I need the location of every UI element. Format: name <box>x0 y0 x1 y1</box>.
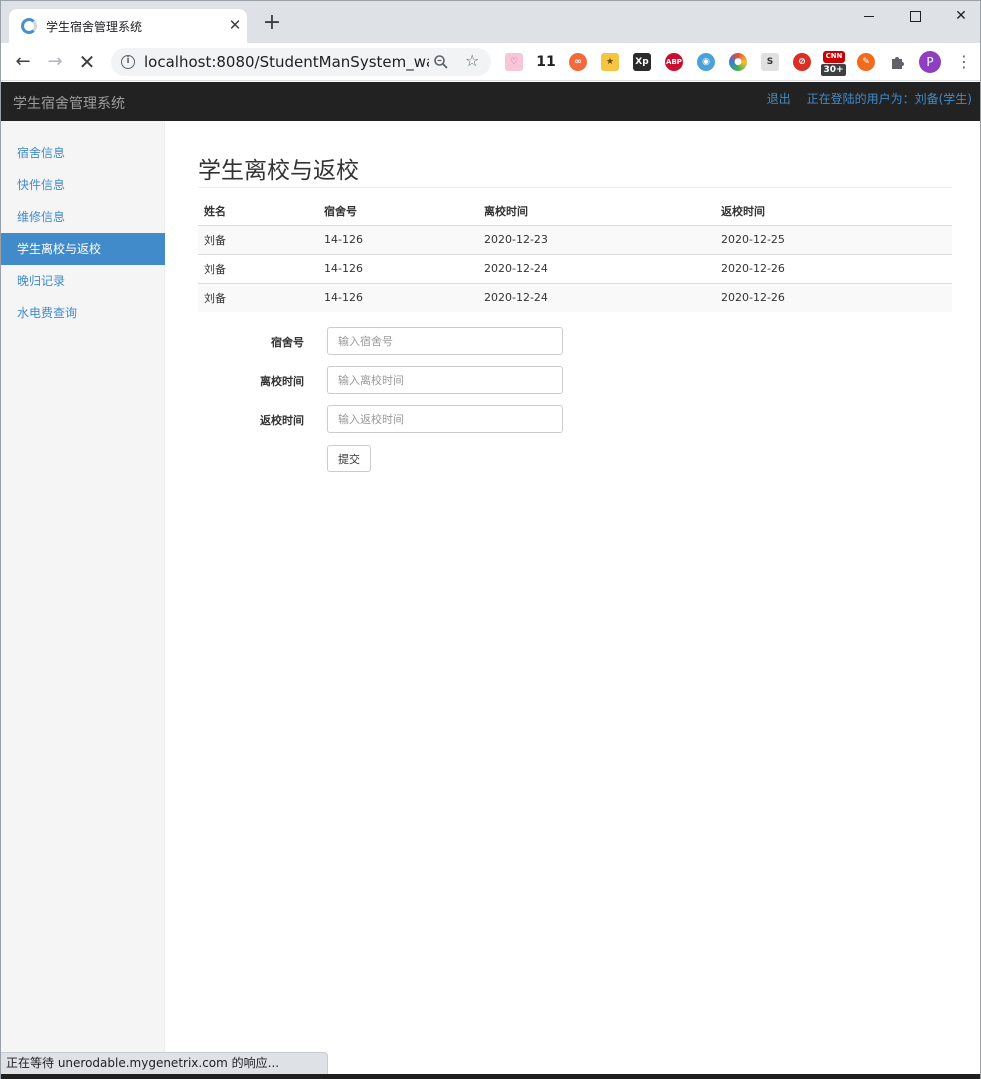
extension-owl-icon[interactable]: ◉ <box>697 53 715 71</box>
extension-block-icon[interactable]: ⊘ <box>793 53 811 71</box>
leave-time-input[interactable] <box>327 366 563 394</box>
submit-button[interactable]: 提交 <box>327 445 371 472</box>
sidebar: 宿舍信息 快件信息 维修信息 学生离校与返校 晚归记录 水电费查询 <box>1 121 165 1079</box>
dorm-label: 宿舍号 <box>271 336 304 349</box>
dorm-input[interactable] <box>327 327 563 355</box>
sidebar-item-repair-info[interactable]: 维修信息 <box>1 201 165 233</box>
tab-title: 学生宿舍管理系统 <box>46 20 143 34</box>
extension-infinity-icon[interactable]: ∞ <box>569 53 587 71</box>
extension-adblock-icon[interactable]: ABP <box>665 53 683 71</box>
browser-toolbar: ← → ✕ i localhost:8080/StudentManSystem_… <box>1 43 980 81</box>
extension-badge-count: 30+ <box>821 64 846 76</box>
cell-name: 刘备 <box>198 282 318 312</box>
site-info-icon[interactable]: i <box>121 55 135 69</box>
cell-name: 刘备 <box>198 224 318 254</box>
taskbar-strip <box>1 1074 980 1079</box>
browser-status-bar: 正在等待 unerodable.mygenetrix.com 的响应... <box>1 1052 328 1074</box>
extension-cnn-icon[interactable]: CNN <box>823 51 845 63</box>
cell-dorm: 14-126 <box>318 282 478 312</box>
form-row-dorm: 宿舍号 <box>198 327 952 355</box>
sidebar-item-leave-return[interactable]: 学生离校与返校 <box>1 233 165 265</box>
top-navbar: 学生宿舍管理系统 退出 正在登陆的用户为：刘备(学生) <box>1 82 980 121</box>
minimize-button[interactable] <box>854 5 884 27</box>
table-row: 刘备 14-126 2020-12-24 2020-12-26 <box>198 282 952 312</box>
page-content: 学生宿舍管理系统 退出 正在登陆的用户为：刘备(学生) 宿舍信息 快件信息 维修… <box>1 82 980 1079</box>
table-row: 刘备 14-126 2020-12-24 2020-12-26 <box>198 253 952 283</box>
extensions-puzzle-icon[interactable] <box>889 53 907 71</box>
sidebar-item-late-return[interactable]: 晚归记录 <box>1 265 165 297</box>
new-tab-button[interactable]: + <box>261 12 283 35</box>
url-text[interactable]: localhost:8080/StudentManSystem_war... <box>144 53 429 71</box>
leave-return-table: 姓名 宿舍号 离校时间 返校时间 刘备 14-126 2020-12-23 20… <box>198 197 952 312</box>
cell-leave-time: 2020-12-23 <box>478 224 715 254</box>
zoom-icon[interactable] <box>433 54 449 70</box>
header-leave-time: 离校时间 <box>478 197 715 226</box>
current-user-link[interactable]: 正在登陆的用户为：刘备(学生) <box>807 92 972 106</box>
stop-loading-icon[interactable]: ✕ <box>75 50 99 74</box>
header-return-time: 返校时间 <box>715 197 952 226</box>
return-time-label: 返校时间 <box>260 414 304 427</box>
page-title: 学生离校与返校 <box>198 151 952 188</box>
navbar-right: 退出 正在登陆的用户为：刘备(学生) <box>755 90 972 107</box>
table-row: 刘备 14-126 2020-12-23 2020-12-25 <box>198 224 952 254</box>
forward-arrow-icon[interactable]: → <box>43 50 67 74</box>
cell-dorm: 14-126 <box>318 253 478 283</box>
tab-close-icon[interactable]: ✕ <box>226 16 244 34</box>
maximize-button[interactable] <box>900 5 930 27</box>
form-row-return-time: 返校时间 <box>198 405 952 433</box>
back-arrow-icon[interactable]: ← <box>11 50 35 74</box>
extension-pink-icon[interactable]: ♡ <box>505 53 523 71</box>
sidebar-item-express-info[interactable]: 快件信息 <box>1 169 165 201</box>
profile-avatar[interactable]: P <box>919 51 941 73</box>
loading-favicon-icon <box>21 18 37 34</box>
cell-return-time: 2020-12-26 <box>715 253 952 283</box>
return-time-input[interactable] <box>327 405 563 433</box>
cell-dorm: 14-126 <box>318 224 478 254</box>
form-row-leave-time: 离校时间 <box>198 366 952 394</box>
browser-tab[interactable]: 学生宿舍管理系统 ✕ <box>9 9 247 43</box>
header-dorm: 宿舍号 <box>318 197 478 226</box>
extension-color-ring-icon[interactable]: ● <box>729 53 747 71</box>
sidebar-item-utility-bills[interactable]: 水电费查询 <box>1 297 165 329</box>
navbar-brand[interactable]: 学生宿舍管理系统 <box>13 93 125 113</box>
address-bar[interactable]: i localhost:8080/StudentManSystem_war...… <box>111 48 491 76</box>
cell-leave-time: 2020-12-24 <box>478 282 715 312</box>
browser-window: 学生宿舍管理系统 ✕ + ✕ ← → ✕ i localhost:8080/St… <box>0 0 981 1079</box>
header-name: 姓名 <box>198 197 318 226</box>
extension-cheetah-icon[interactable]: ★ <box>601 53 619 71</box>
extension-pencil-icon[interactable]: ✎ <box>857 53 875 71</box>
extension-s-icon[interactable]: S <box>761 53 779 71</box>
extension-count-icon[interactable]: 11 <box>536 53 556 71</box>
table-header-row: 姓名 宿舍号 离校时间 返校时间 <box>198 197 952 226</box>
cell-name: 刘备 <box>198 253 318 283</box>
bookmark-star-icon[interactable]: ☆ <box>465 51 479 70</box>
cell-return-time: 2020-12-25 <box>715 224 952 254</box>
tab-strip: 学生宿舍管理系统 ✕ + ✕ <box>1 1 980 43</box>
extension-xp-icon[interactable]: Xp <box>633 53 651 71</box>
close-window-button[interactable]: ✕ <box>946 5 976 27</box>
cell-leave-time: 2020-12-24 <box>478 253 715 283</box>
leave-time-label: 离校时间 <box>260 375 304 388</box>
cell-return-time: 2020-12-26 <box>715 282 952 312</box>
logout-link[interactable]: 退出 <box>767 92 791 106</box>
sidebar-item-dorm-info[interactable]: 宿舍信息 <box>1 137 165 169</box>
menu-kebab-icon[interactable]: ⋮ <box>956 51 972 73</box>
